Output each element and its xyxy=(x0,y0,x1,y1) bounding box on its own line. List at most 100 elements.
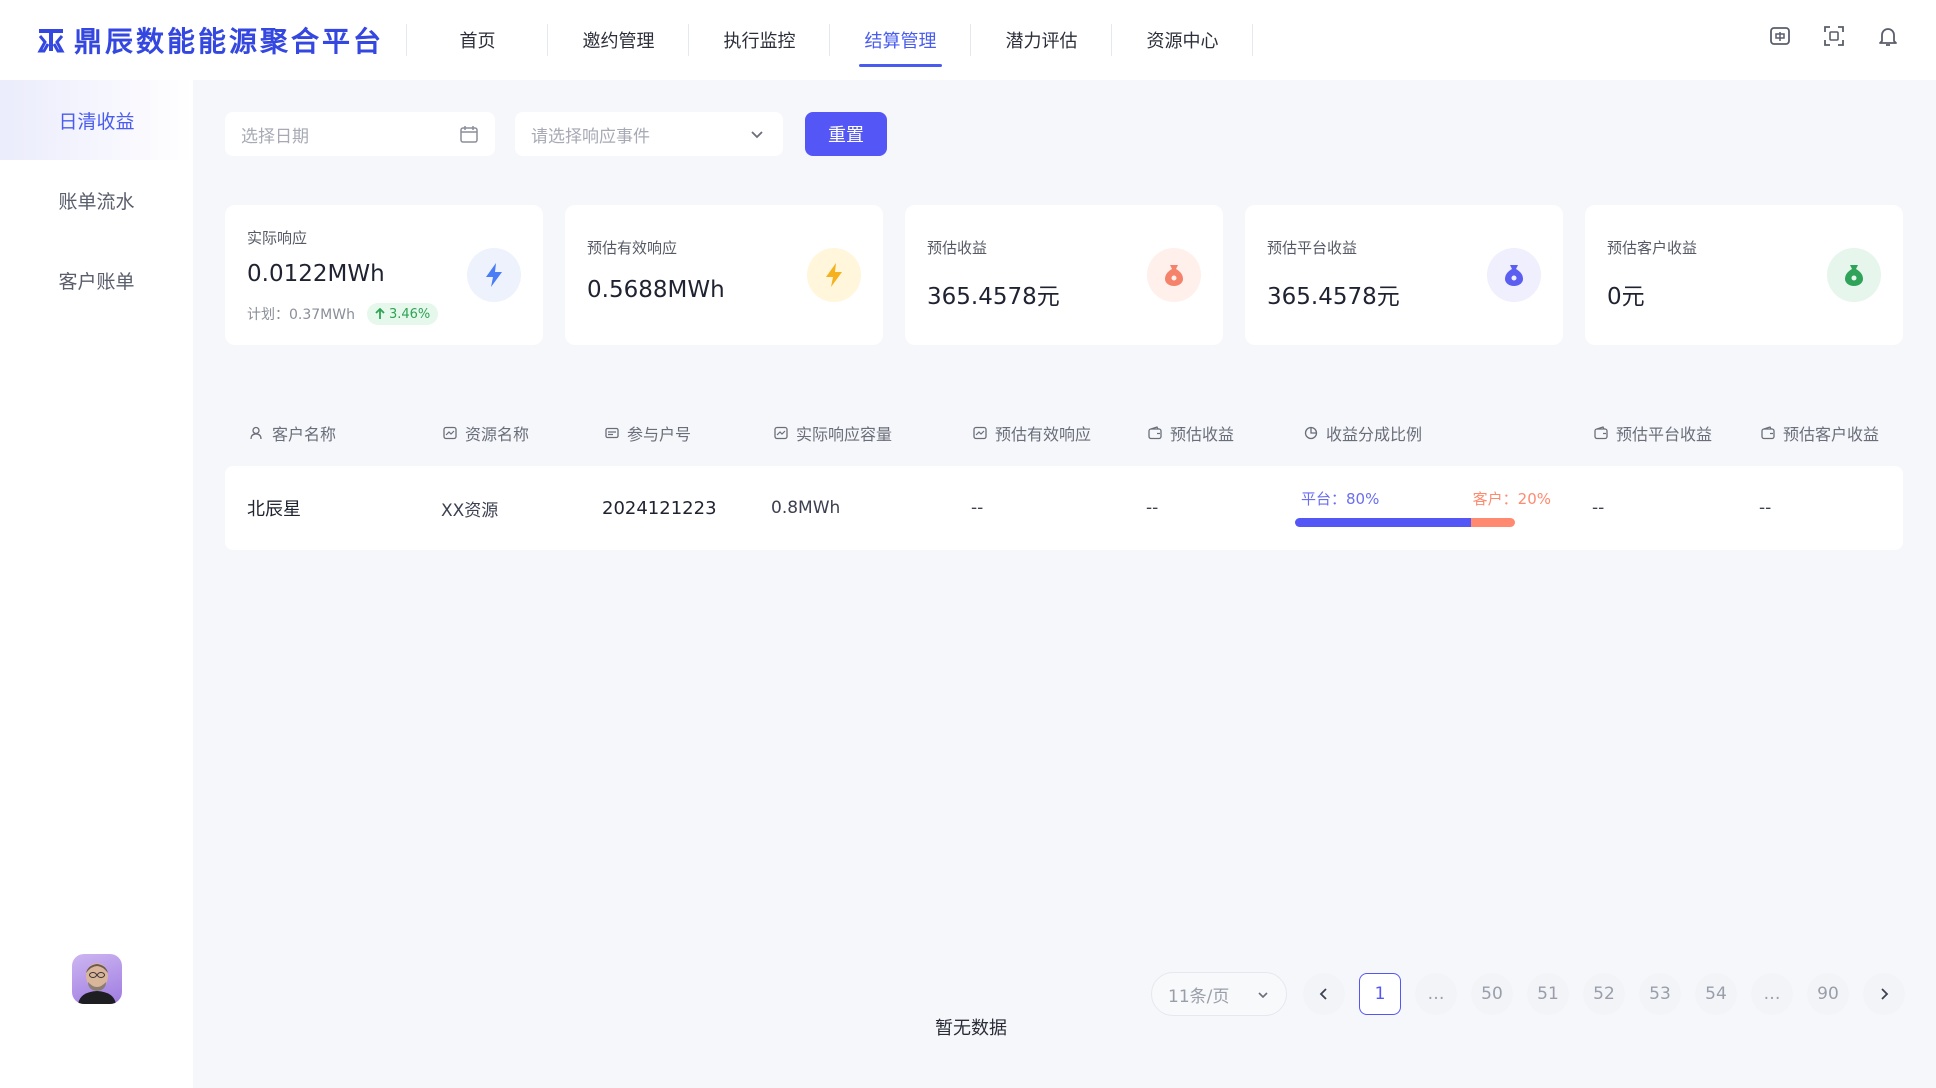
page-ellipsis[interactable]: … xyxy=(1751,973,1793,1015)
trend-badge: 3.46% xyxy=(366,303,439,325)
column-header-customer-revenue[interactable]: 预估客户收益 xyxy=(1761,418,1879,448)
language-switch-icon[interactable] xyxy=(1768,24,1792,48)
wallet-icon xyxy=(1148,426,1162,440)
nav-item-invitation[interactable]: 邀约管理 xyxy=(548,0,690,80)
column-header-effective-response[interactable]: 预估有效响应 xyxy=(973,418,1091,448)
page-size-label: 11条/页 xyxy=(1168,986,1230,1007)
user-icon xyxy=(250,426,262,440)
arrow-up-icon xyxy=(375,308,385,319)
chevron-right-icon xyxy=(1881,988,1889,1000)
lightning-icon xyxy=(807,248,861,302)
response-event-select[interactable]: 请选择响应事件 xyxy=(515,112,783,156)
next-page-button[interactable] xyxy=(1863,973,1905,1015)
page-button[interactable]: 53 xyxy=(1639,973,1681,1015)
sidebar-item-daily-revenue[interactable]: 日清收益 xyxy=(0,80,193,160)
sidebar-item-label: 账单流水 xyxy=(58,190,135,213)
column-header-ratio[interactable]: 收益分成比例 xyxy=(1304,418,1422,448)
page-button[interactable]: 51 xyxy=(1527,973,1569,1015)
empty-state-text: 暂无数据 xyxy=(935,1018,1007,1039)
stat-card-platform-revenue: 预估平台收益 365.4578元 xyxy=(1245,205,1563,345)
column-header-label: 客户名称 xyxy=(272,425,337,444)
column-header-label: 实际响应容量 xyxy=(796,425,893,444)
column-header-actual-capacity[interactable]: 实际响应容量 xyxy=(774,418,892,448)
page-button[interactable]: 90 xyxy=(1807,973,1849,1015)
column-header-label: 预估有效响应 xyxy=(995,425,1092,444)
chevron-left-icon xyxy=(1319,988,1327,1000)
bell-icon[interactable] xyxy=(1876,24,1900,48)
event-placeholder: 请选择响应事件 xyxy=(531,126,650,147)
column-header-label: 预估平台收益 xyxy=(1616,425,1713,444)
trend-value: 3.46% xyxy=(388,306,431,322)
column-header-revenue[interactable]: 预估收益 xyxy=(1148,418,1234,448)
brand-logo-icon xyxy=(37,29,65,53)
stat-card-effective-response: 预估有效响应 0.5688MWh xyxy=(565,205,883,345)
stat-value: 0.5688MWh xyxy=(587,277,725,303)
money-bag-icon xyxy=(1827,248,1881,302)
nav-item-potential[interactable]: 潜力评估 xyxy=(971,0,1113,80)
page-button-current[interactable]: 1 xyxy=(1359,973,1401,1015)
column-header-customer[interactable]: 客户名称 xyxy=(250,418,336,448)
sidebar-item-customer-bill[interactable]: 客户账单 xyxy=(0,240,193,320)
cell-account: 2024121223 xyxy=(602,497,717,519)
wallet-icon xyxy=(1761,426,1775,440)
chart-box-icon xyxy=(443,426,457,440)
chevron-down-icon xyxy=(1258,992,1268,999)
stats-row: 实际响应 0.0122MWh 计划：0.37MWh 3.46% 预估有效响应 0… xyxy=(225,205,1903,345)
sidebar-item-bill-flow[interactable]: 账单流水 xyxy=(0,160,193,240)
stat-card-estimated-revenue: 预估收益 365.4578元 xyxy=(905,205,1223,345)
plan-label: 计划：0.37MWh xyxy=(247,307,355,323)
stat-value: 0元 xyxy=(1607,284,1645,310)
page-button[interactable]: 50 xyxy=(1471,973,1513,1015)
avatar[interactable] xyxy=(72,954,122,1004)
nav-item-label: 首页 xyxy=(459,31,496,52)
customer-share-label: 客户：20% xyxy=(1472,490,1551,508)
filter-bar: 选择日期 请选择响应事件 重置 xyxy=(225,112,887,156)
customer-share-fill xyxy=(1471,518,1515,527)
card-icon xyxy=(605,427,619,439)
nav-item-label: 资源中心 xyxy=(1146,31,1219,52)
stat-label: 预估收益 xyxy=(927,239,988,257)
chart-box-icon xyxy=(973,426,987,440)
column-header-platform-revenue[interactable]: 预估平台收益 xyxy=(1594,418,1712,448)
fullscreen-icon[interactable] xyxy=(1822,24,1846,48)
nav-item-resources[interactable]: 资源中心 xyxy=(1112,0,1254,80)
platform-share-fill xyxy=(1295,518,1471,527)
stat-label: 实际响应 xyxy=(247,229,308,247)
table-row[interactable]: 北辰星 XX资源 2024121223 0.8MWh -- -- 平台：80% … xyxy=(225,466,1903,550)
pagination: 11条/页 1 … 50 51 52 53 54 … 90 xyxy=(1151,972,1905,1016)
calendar-icon xyxy=(460,126,478,143)
page-ellipsis[interactable]: … xyxy=(1415,973,1457,1015)
nav-item-label: 邀约管理 xyxy=(582,31,655,52)
column-header-label: 参与户号 xyxy=(627,425,692,444)
page-button[interactable]: 54 xyxy=(1695,973,1737,1015)
lightning-icon xyxy=(467,248,521,302)
platform-share-label: 平台：80% xyxy=(1301,490,1380,508)
top-header: 鼎辰数能能源聚合平台 首页 邀约管理 执行监控 结算管理 潜力评估 资源中心 xyxy=(0,0,1936,80)
cell-customer: 北辰星 xyxy=(247,499,301,520)
stat-label: 预估客户收益 xyxy=(1607,239,1698,257)
main-nav: 首页 邀约管理 执行监控 结算管理 潜力评估 资源中心 xyxy=(407,0,1254,80)
date-picker[interactable]: 选择日期 xyxy=(225,112,495,156)
reset-button[interactable]: 重置 xyxy=(805,112,887,156)
prev-page-button[interactable] xyxy=(1303,973,1345,1015)
stat-card-actual-response: 实际响应 0.0122MWh 计划：0.37MWh 3.46% xyxy=(225,205,543,345)
page-button[interactable]: 52 xyxy=(1583,973,1625,1015)
wallet-icon xyxy=(1594,426,1608,440)
nav-item-monitoring[interactable]: 执行监控 xyxy=(689,0,831,80)
stat-label: 预估平台收益 xyxy=(1267,239,1358,257)
chart-box-icon xyxy=(774,426,788,440)
sidebar: 日清收益 账单流水 客户账单 xyxy=(0,80,193,1088)
chevron-down-icon xyxy=(751,131,763,139)
column-header-account[interactable]: 参与户号 xyxy=(605,418,691,448)
nav-item-settlement[interactable]: 结算管理 xyxy=(830,0,972,80)
stat-label: 预估有效响应 xyxy=(587,239,678,257)
stat-value: 0.0122MWh xyxy=(247,261,385,287)
nav-item-home[interactable]: 首页 xyxy=(407,0,549,80)
column-header-resource[interactable]: 资源名称 xyxy=(443,418,529,448)
cell-actual-capacity: 0.8MWh xyxy=(771,498,841,518)
brand[interactable]: 鼎辰数能能源聚合平台 xyxy=(36,0,408,80)
active-tab-indicator xyxy=(859,64,943,67)
cell-resource: XX资源 xyxy=(441,500,499,521)
page-size-select[interactable]: 11条/页 xyxy=(1151,972,1287,1016)
column-header-label: 收益分成比例 xyxy=(1326,425,1423,444)
